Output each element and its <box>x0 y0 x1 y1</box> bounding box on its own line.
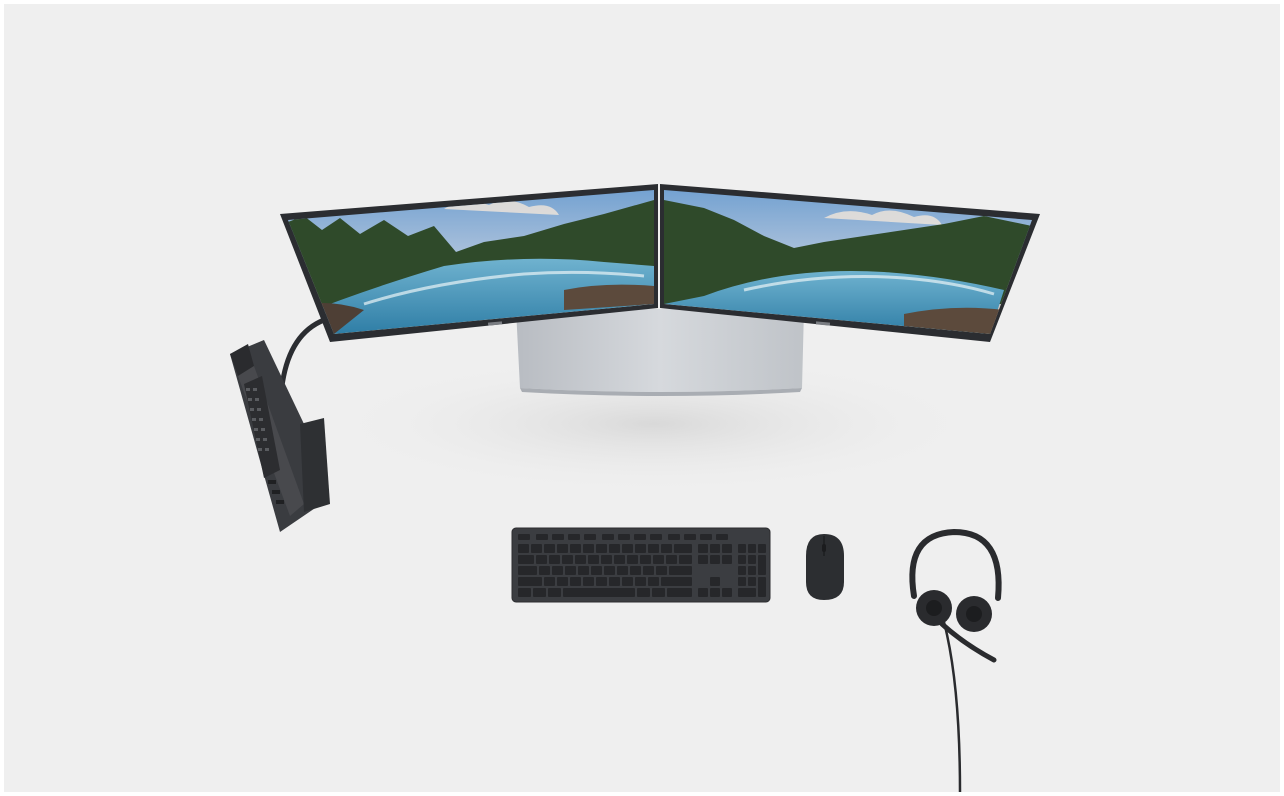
pc-stand <box>300 418 330 512</box>
wireless-mouse <box>806 534 844 600</box>
mini-pc-tower <box>230 340 330 532</box>
wireless-keyboard <box>511 527 771 603</box>
desk-setup-illustration <box>230 184 1040 792</box>
mouse-scroll-wheel <box>822 544 826 552</box>
headband <box>909 528 1002 601</box>
video-cable <box>279 317 327 389</box>
monitor-stand <box>516 309 804 396</box>
headset-cable <box>942 621 962 792</box>
usb-headset <box>909 528 1002 792</box>
product-photo <box>4 4 1280 792</box>
